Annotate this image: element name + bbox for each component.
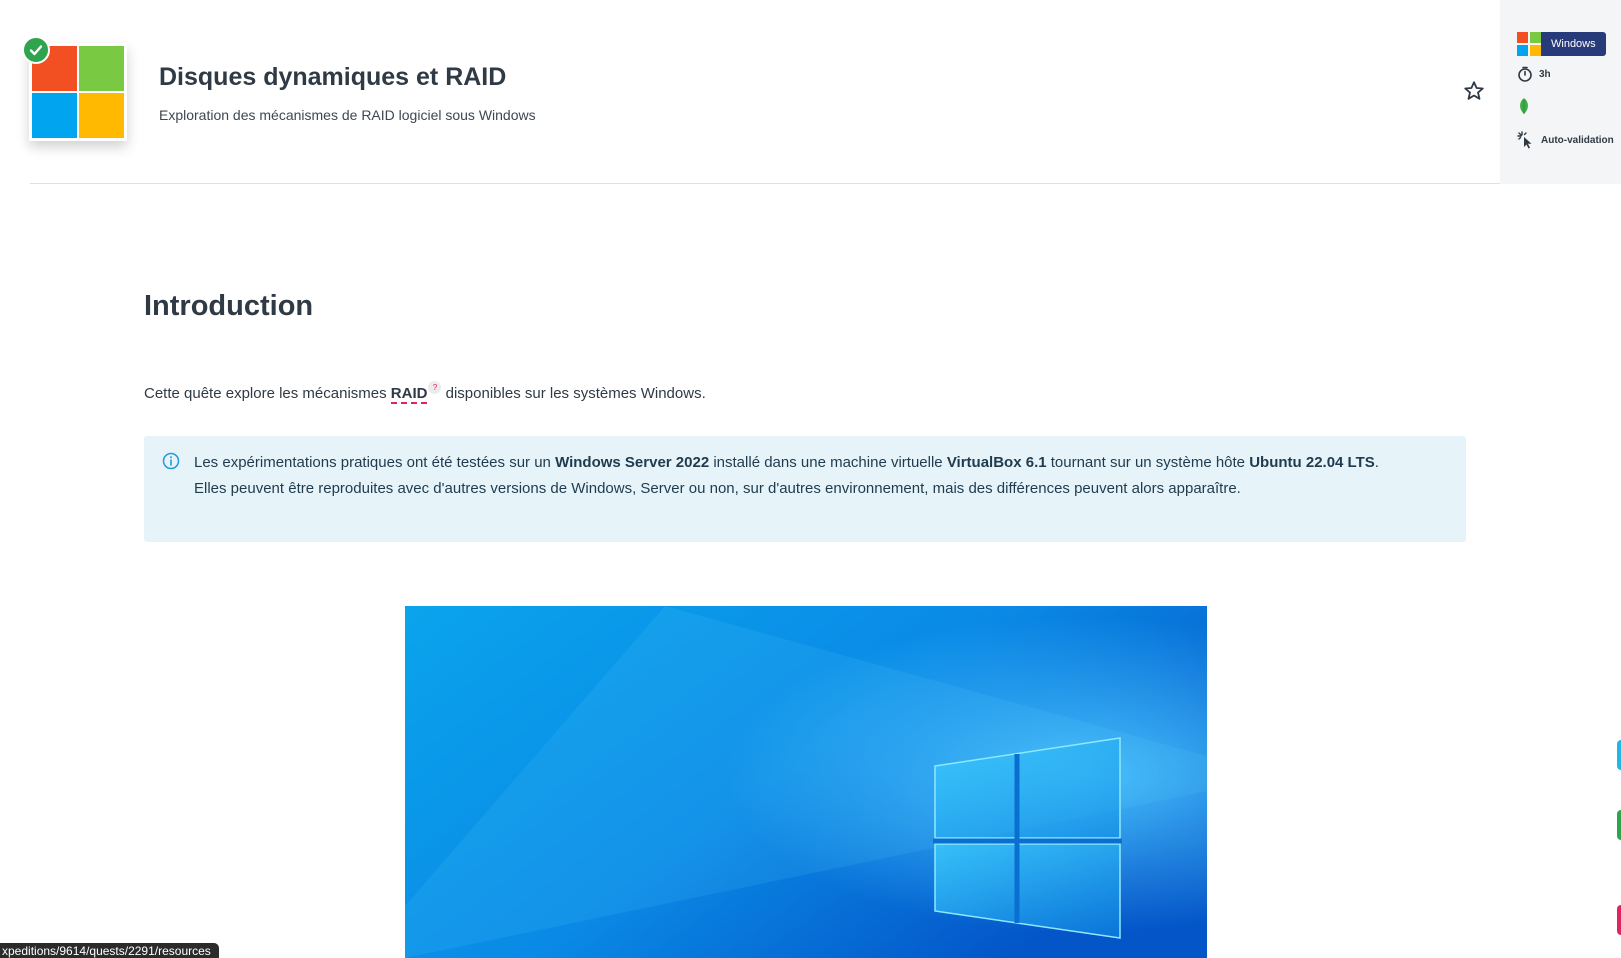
intro-paragraph: Cette quête explore les mécanismes RAID?… [144,381,706,404]
glossary-help-icon[interactable]: ? [428,381,442,394]
quest-content: Introduction Cette quête explore les méc… [144,290,1466,542]
intro-suffix: disponibles sur les systèmes Windows. [441,385,706,402]
difficulty-row [1517,96,1537,116]
duration-value: 3h [1539,68,1551,80]
info-callout: Les expérimentations pratiques ont été t… [144,436,1466,542]
info-text: installé dans une machine virtuelle [709,454,947,471]
info-bold: Ubuntu 22.04 LTS [1249,454,1375,471]
leaf-icon [1520,98,1528,114]
validation-row: Auto-validation [1517,131,1614,149]
section-heading: Introduction [144,290,314,322]
cursor-click-icon [1517,131,1532,149]
check-circle-icon [22,36,50,64]
info-line-1: Les expérimentations pratiques ont été t… [194,450,1446,476]
edge-widget[interactable] [1617,905,1621,935]
status-bar-url: xpeditions/9614/quests/2291/resources [0,943,219,958]
quest-meta-panel: Windows 3h Auto-validation [1500,0,1621,184]
quest-header: Disques dynamiques et RAID Exploration d… [0,0,1500,184]
header-divider [30,183,1500,184]
quest-page: Disques dynamiques et RAID Exploration d… [0,0,1621,958]
glossary-term-raid[interactable]: RAID [390,385,428,404]
windows-wallpaper-image [405,606,1207,958]
page-subtitle: Exploration des mécanismes de RAID logic… [159,107,536,123]
page-title: Disques dynamiques et RAID [159,63,507,91]
info-text: Les expérimentations pratiques ont été t… [194,454,556,471]
duration-row: 3h [1517,66,1551,82]
info-icon [162,452,180,470]
validation-label: Auto-validation [1541,134,1614,146]
star-outline-icon[interactable] [1462,79,1486,103]
info-bold: VirtualBox 6.1 [946,454,1047,471]
stopwatch-icon [1518,66,1532,82]
edge-widget[interactable] [1617,810,1621,840]
info-line-2: Elles peuvent être reproduites avec d'au… [194,480,1241,497]
info-text: . [1374,454,1379,471]
windows-icon [1517,32,1541,56]
os-tag: Windows [1517,32,1606,56]
info-text: tournant sur un système hôte [1046,454,1250,471]
intro-prefix: Cette quête explore les mécanismes [144,385,391,402]
edge-widget[interactable] [1617,740,1621,770]
info-bold: Windows Server 2022 [555,454,710,471]
os-badge: Windows [1541,32,1606,56]
